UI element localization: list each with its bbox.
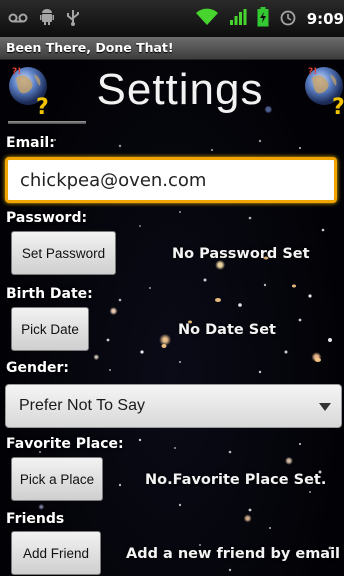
earth-question-logo-icon: ?! ? [302,64,344,120]
app-title: Been There, Done That! [6,40,174,55]
favorite-place-status: No.Favorite Place Set. [145,472,327,488]
battery-icon [257,6,269,31]
email-label: Email: [6,135,55,151]
gender-selected-value: Prefer Not To Say [19,397,145,414]
wifi-icon [195,8,219,30]
email-field[interactable]: chickpea@oven.com [5,157,337,203]
dropdown-arrow-icon [319,403,331,411]
android-debug-icon [40,9,54,28]
favorite-place-label: Favorite Place: [6,436,124,452]
header-divider [8,121,86,124]
password-status: No Password Set [172,246,310,262]
gender-label: Gender: [6,360,69,376]
status-bar: 9:09 [0,0,344,37]
svg-text:?!: ?! [12,67,21,77]
svg-text:?: ? [332,95,344,118]
earth-question-logo-icon: ?! ? [6,64,56,120]
birth-date-status: No Date Set [178,322,276,338]
birth-date-label: Birth Date: [6,286,93,302]
page-title: Settings [96,65,264,114]
signal-icon [229,8,247,30]
password-label: Password: [6,210,88,226]
set-password-button[interactable]: Set Password [11,231,116,275]
friends-status: Add a new friend by email [126,546,341,562]
status-bar-clock: 9:09 [306,9,344,28]
alarm-icon [279,8,297,30]
email-field-value: chickpea@oven.com [20,169,207,191]
svg-text:?!: ?! [308,67,317,77]
add-friend-button[interactable]: Add Friend [11,531,101,575]
svg-text:?: ? [36,95,49,118]
gender-dropdown[interactable]: Prefer Not To Say [5,384,342,428]
pick-a-place-button[interactable]: Pick a Place [11,457,103,501]
usb-icon [66,8,80,29]
friends-label: Friends [6,511,65,527]
voicemail-icon [8,11,28,27]
pick-date-button[interactable]: Pick Date [11,307,89,351]
app-title-bar: Been There, Done That! [0,37,344,60]
